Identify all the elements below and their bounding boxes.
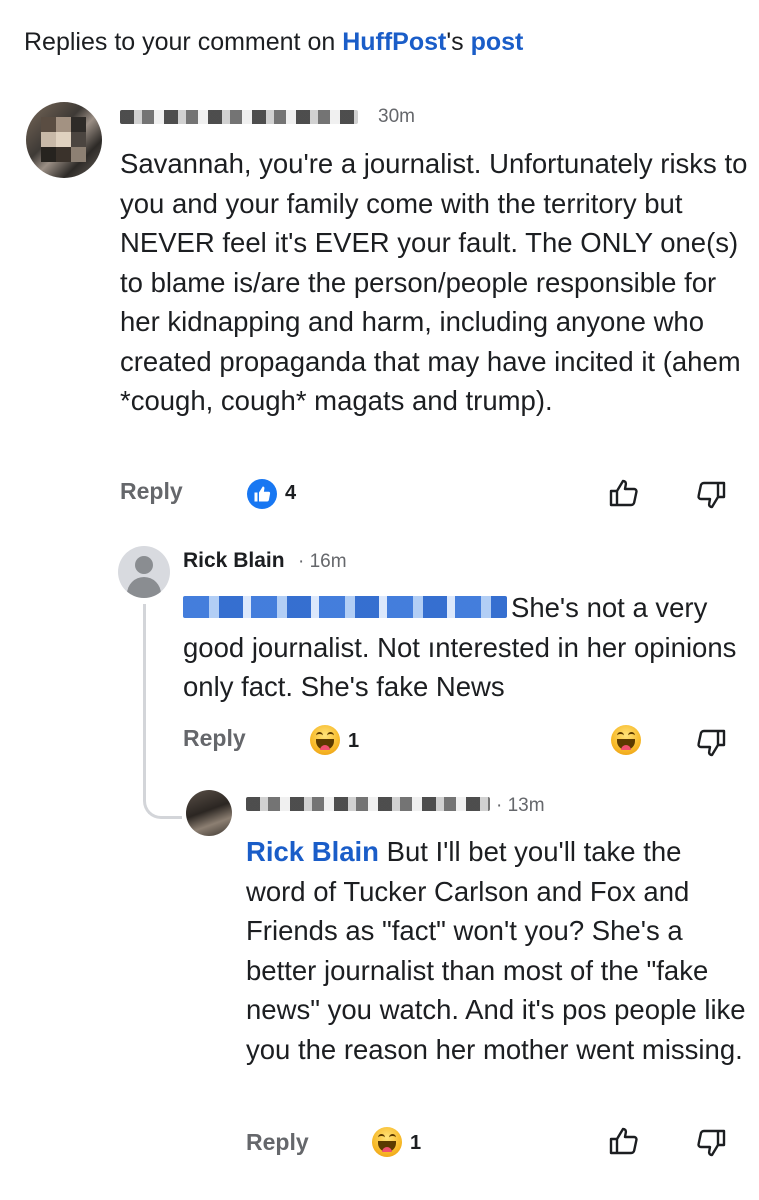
haha-icon[interactable] xyxy=(611,725,641,755)
redacted-author-name[interactable] xyxy=(246,797,490,811)
haha-icon[interactable] xyxy=(310,725,340,755)
comment-timestamp: 16m xyxy=(309,551,347,572)
thumbs-down-icon[interactable] xyxy=(694,726,728,760)
thread-line xyxy=(143,604,146,794)
reaction-count: 4 xyxy=(285,482,297,504)
avatar[interactable] xyxy=(186,790,232,836)
reply-button[interactable]: Reply xyxy=(120,478,183,505)
comment-text: But I'll bet you'll take the word of Tuc… xyxy=(246,836,746,1065)
thumbs-up-icon[interactable] xyxy=(607,476,641,510)
thread-connector xyxy=(143,790,182,819)
comment-text: Savannah, you're a journalist. Unfortuna… xyxy=(120,148,748,416)
header-possessive: 's xyxy=(446,28,471,56)
avatar[interactable] xyxy=(118,546,170,598)
separator: · xyxy=(298,551,305,572)
reaction-count: 1 xyxy=(348,730,360,752)
thumbs-down-icon[interactable] xyxy=(694,478,728,512)
avatar[interactable] xyxy=(26,102,102,178)
haha-icon[interactable] xyxy=(372,1127,402,1157)
mention-link[interactable]: Rick Blain xyxy=(246,836,379,867)
comment-author-name[interactable]: Rick Blain xyxy=(183,549,285,573)
like-icon xyxy=(254,486,271,502)
comment-text-block: Rick Blain But I'll bet you'll take the … xyxy=(246,832,746,1069)
reaction-count: 1 xyxy=(410,1132,422,1154)
comment-text: She's not a very good journalist. Not ın… xyxy=(183,592,737,702)
notification-header: Replies to your comment on HuffPost's po… xyxy=(24,28,523,57)
page-name-link[interactable]: HuffPost xyxy=(342,28,446,56)
comment-timestamp: 13m xyxy=(507,795,545,816)
header-prefix: Replies to your comment on xyxy=(24,28,343,56)
like-reaction-badge[interactable] xyxy=(247,479,277,509)
reply-button[interactable]: Reply xyxy=(183,725,246,752)
comment-timestamp: 30m xyxy=(378,106,415,127)
thumbs-down-icon[interactable] xyxy=(694,1126,728,1160)
separator: · xyxy=(496,795,503,816)
thumbs-up-icon[interactable] xyxy=(607,1124,641,1158)
reply-button[interactable]: Reply xyxy=(246,1129,309,1156)
comment-timestamp-row: · 13m xyxy=(496,795,545,817)
redacted-author-name[interactable] xyxy=(120,110,358,124)
comment-timestamp-row: · 16m xyxy=(298,551,347,573)
post-link[interactable]: post xyxy=(471,28,524,56)
